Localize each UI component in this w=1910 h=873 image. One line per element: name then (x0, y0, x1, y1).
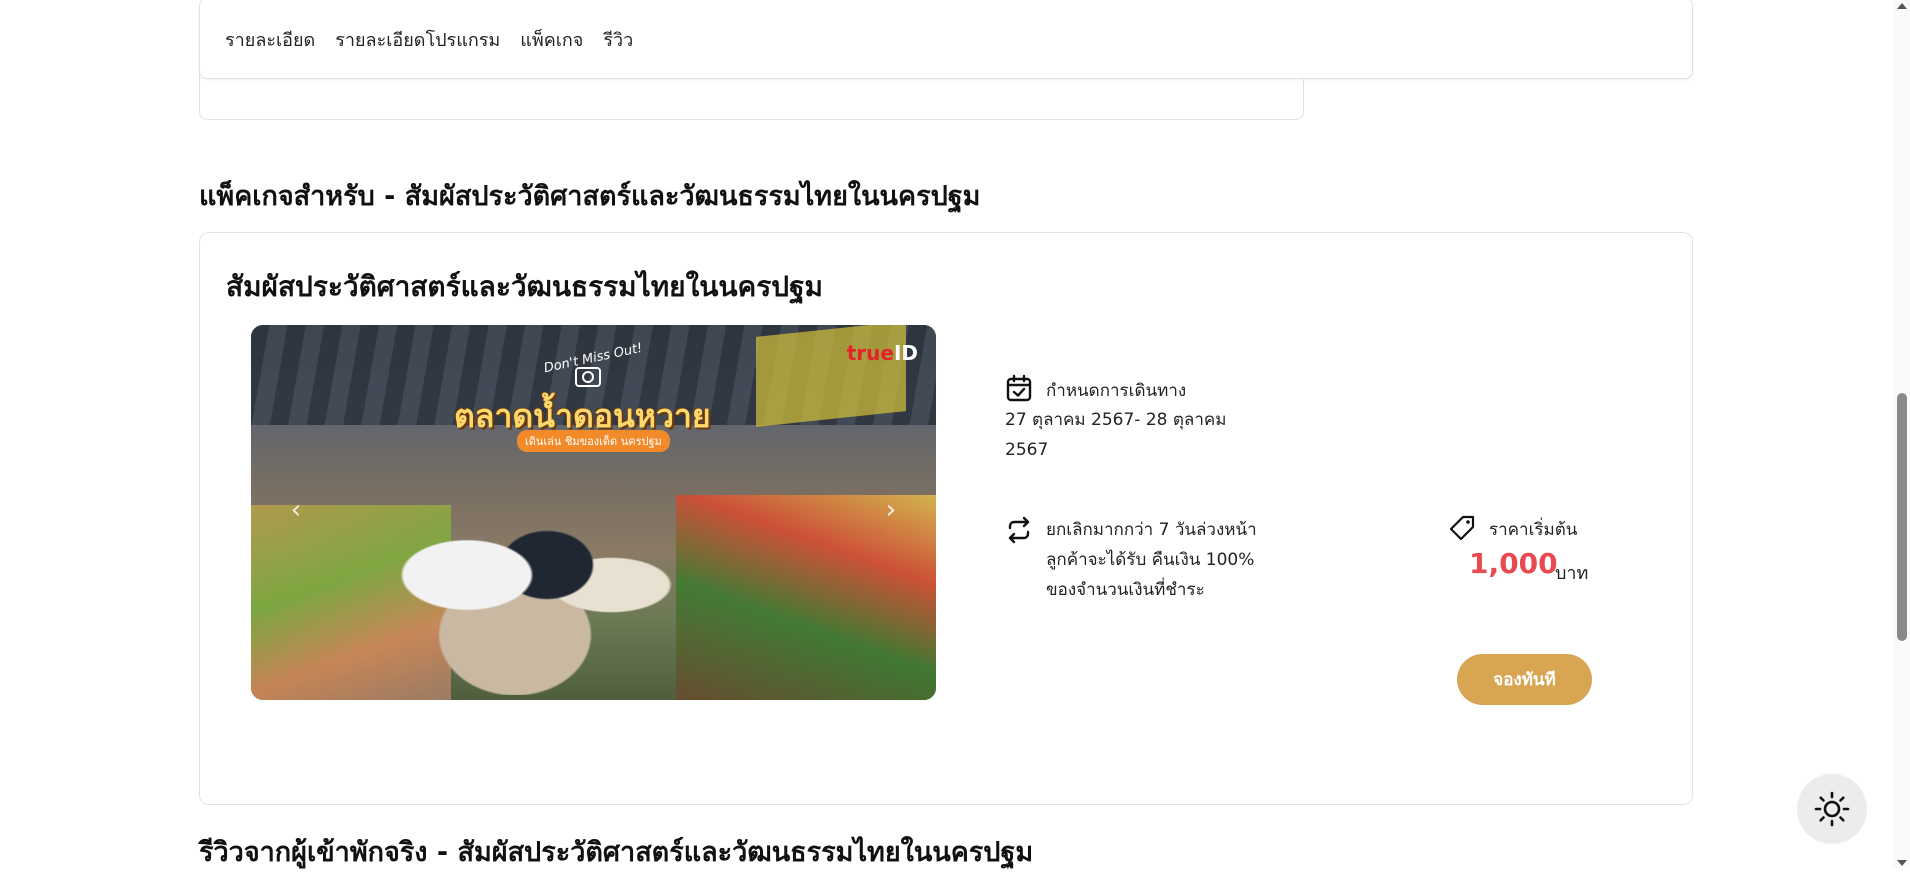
tab-program-details[interactable]: รายละเอียดโปรแกรม (335, 25, 500, 54)
scroll-down-arrow-icon[interactable] (1897, 860, 1907, 866)
schedule-value: 27 ตุลาคม 2567- 28 ตุลาคม 2567 (1005, 410, 1227, 460)
section-nav-bar: รายละเอียด รายละเอียดโปรแกรม แพ็คเกจ รีว… (199, 0, 1693, 79)
calendar-check-icon (1006, 374, 1032, 402)
camera-icon (575, 367, 601, 387)
tab-packages[interactable]: แพ็คเกจ (520, 25, 583, 54)
price-value: 1,000 (1469, 547, 1558, 580)
book-now-button[interactable]: จองทันที (1457, 654, 1592, 705)
repeat-icon (1008, 516, 1030, 544)
section-tabs: รายละเอียด รายละเอียดโปรแกรม แพ็คเกจ รีว… (225, 25, 653, 54)
page-scrollbar[interactable] (1893, 0, 1910, 869)
trueid-logo: trueID (846, 341, 918, 365)
packages-section-title: แพ็คเกจสำหรับ - สัมผัสประวัติศาสตร์และวั… (199, 181, 981, 212)
market-crowd (371, 495, 691, 695)
tab-details[interactable]: รายละเอียด (225, 25, 315, 54)
cancellation-policy: ยกเลิกมากกว่า 7 วันล่วงหน้า ลูกค้าจะได้ร… (1046, 520, 1257, 600)
tab-reviews[interactable]: รีวิว (603, 25, 633, 54)
theme-toggle-button[interactable] (1797, 774, 1867, 844)
carousel-next-icon[interactable]: › (876, 495, 906, 525)
package-image-carousel[interactable]: Don't Miss Out! ตลาดน้ำดอนหวาย เดินเล่น … (251, 325, 936, 700)
price-tag-icon (1449, 515, 1475, 541)
carousel-prev-icon[interactable]: ‹ (281, 495, 311, 525)
package-title: สัมผัสประวัติศาสตร์และวัฒนธรรมไทยในนครปฐ… (226, 270, 823, 303)
scroll-up-arrow-icon[interactable] (1897, 3, 1907, 9)
schedule-label: กำหนดการเดินทาง (1046, 381, 1187, 401)
image-overlay-subtitle: เดินเล่น ชิมของเด็ด นครปฐม (517, 430, 670, 452)
scrollbar-thumb[interactable] (1897, 393, 1907, 641)
price-label: ราคาเริ่มต้น (1489, 520, 1578, 540)
price-unit: บาท (1555, 563, 1589, 584)
sun-icon (1814, 791, 1850, 827)
market-stall-right (676, 495, 936, 700)
reviews-section-title: รีวิวจากผู้เข้าพักจริง - สัมผัสประวัติศา… (199, 837, 1034, 868)
